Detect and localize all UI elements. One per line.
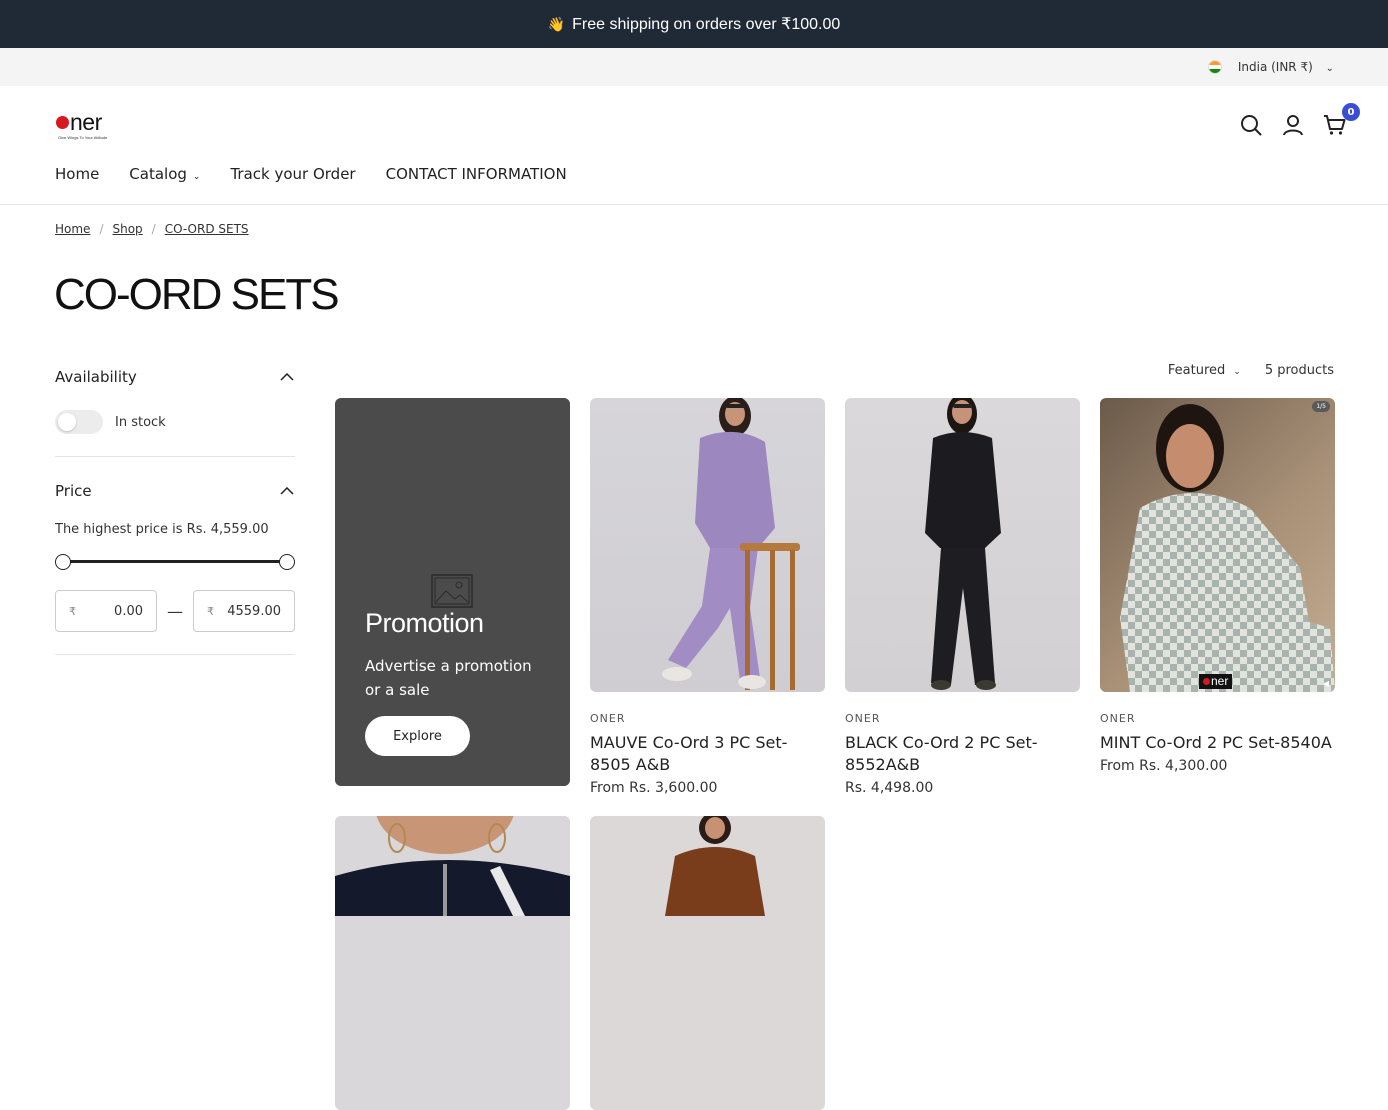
price-range-slider[interactable]	[55, 554, 295, 570]
nav-contact[interactable]: CONTACT INFORMATION	[386, 165, 567, 183]
product-card[interactable]: ONER BLACK Co-Ord 2 PC Set-8552A&B Rs. 4…	[845, 398, 1080, 796]
product-count: 5 products	[1264, 363, 1334, 378]
price-min-value: 0.00	[114, 603, 143, 619]
chevron-down-icon: ⌄	[192, 172, 201, 182]
chevron-up-icon	[280, 487, 294, 495]
filter-sidebar: Availability In stock Price The highest …	[55, 360, 295, 672]
product-image[interactable]	[590, 816, 825, 1110]
explore-button[interactable]: Explore	[365, 716, 470, 756]
in-stock-label: In stock	[115, 414, 166, 430]
india-flag-icon	[1207, 60, 1222, 74]
availability-label: Availability	[55, 368, 137, 386]
toggle-knob	[58, 413, 76, 431]
nav-track-order[interactable]: Track your Order	[230, 165, 355, 183]
product-image[interactable]	[590, 398, 825, 692]
breadcrumb-separator: /	[151, 222, 156, 236]
main-nav: Home Catalog ⌄ Track your Order CONTACT I…	[55, 165, 567, 183]
product-vendor: ONER	[590, 712, 626, 725]
cart-icon[interactable]: 0	[1322, 103, 1360, 138]
price-filter-header[interactable]: Price	[55, 474, 295, 508]
breadcrumb-separator: /	[99, 222, 104, 236]
nav-catalog[interactable]: Catalog ⌄	[129, 165, 200, 183]
country-selector[interactable]: India (INR ₹) ⌄	[1238, 60, 1334, 74]
slider-min-handle[interactable]	[55, 554, 71, 570]
site-header: ner Give Wings To Your Attitude 0 Home C…	[0, 86, 1388, 205]
price-max-value: 4559.00	[227, 603, 281, 619]
product-card[interactable]	[335, 816, 570, 1110]
availability-filter-header[interactable]: Availability	[55, 360, 295, 394]
cart-count-badge: 0	[1342, 103, 1360, 121]
chevron-down-icon: ⌄	[1325, 63, 1334, 74]
waving-hand-icon: 👋	[547, 15, 566, 32]
product-price: From Rs. 3,600.00	[590, 780, 718, 796]
sort-dropdown[interactable]: Featured ⌄	[1168, 363, 1241, 378]
breadcrumb-current[interactable]: CO-ORD SETS	[165, 222, 249, 236]
product-price: Rs. 4,498.00	[845, 780, 934, 796]
speaker-icon[interactable]: ◀	[1323, 679, 1329, 688]
logo-dot	[56, 115, 69, 129]
locale-bar: India (INR ₹) ⌄	[0, 48, 1388, 86]
breadcrumb-shop[interactable]: Shop	[112, 222, 142, 236]
nav-home[interactable]: Home	[55, 165, 99, 183]
logo-tagline: Give Wings To Your Attitude	[58, 135, 108, 140]
country-label: India (INR ₹)	[1237, 60, 1313, 74]
announcement-text: Free shipping on orders over ₹100.00	[572, 16, 841, 33]
logo-text: ner	[70, 109, 102, 135]
promotion-tile: Promotion Advertise a promotion or a sal…	[335, 398, 570, 786]
nav-catalog-label: Catalog	[129, 165, 187, 183]
price-max-input[interactable]: ₹ 4559.00	[193, 590, 295, 632]
image-brand-tag: ner	[1199, 674, 1233, 689]
divider	[55, 456, 295, 457]
product-price: From Rs. 4,300.00	[1100, 758, 1228, 774]
product-vendor: ONER	[845, 712, 881, 725]
breadcrumb-home[interactable]: Home	[55, 222, 90, 236]
account-icon[interactable]	[1280, 112, 1306, 138]
slider-max-handle[interactable]	[279, 554, 295, 570]
price-label: Price	[55, 482, 92, 500]
promotion-text: Advertise a promotion or a sale	[365, 657, 532, 699]
promotion-title: Promotion	[365, 608, 484, 638]
currency-symbol: ₹	[69, 604, 76, 618]
page-title: CO-ORD SETS	[54, 270, 340, 319]
product-title[interactable]: MINT Co-Ord 2 PC Set-8540A	[1100, 732, 1335, 754]
product-card[interactable]: ONER MAUVE Co-Ord 3 PC Set-8505 A&B From…	[590, 398, 825, 796]
logo[interactable]: ner Give Wings To Your Attitude	[56, 109, 124, 140]
slider-track	[64, 560, 286, 563]
product-card[interactable]	[590, 816, 825, 1110]
chevron-up-icon	[280, 373, 294, 381]
divider	[55, 654, 295, 655]
breadcrumb: Home / Shop / CO-ORD SETS	[55, 222, 249, 236]
product-image[interactable]	[845, 398, 1080, 692]
image-brand-text: ner	[1211, 674, 1229, 688]
chevron-down-icon: ⌄	[1233, 367, 1241, 377]
announcement-bar: 👋 Free shipping on orders over ₹100.00	[0, 0, 1388, 48]
search-icon[interactable]	[1238, 112, 1264, 138]
product-vendor: ONER	[1100, 712, 1136, 725]
collection-toolbar: Featured ⌄ 5 products	[1168, 363, 1334, 378]
highest-price-note: The highest price is Rs. 4,559.00	[55, 522, 269, 537]
image-count-badge: 1/5	[1312, 401, 1330, 412]
range-dash: —	[167, 601, 183, 621]
in-stock-toggle[interactable]	[55, 410, 103, 434]
product-card[interactable]: 1/5 ner ◀ ONER MINT Co-Ord 2 PC Set-8540…	[1100, 398, 1335, 774]
sort-label: Featured	[1167, 363, 1226, 378]
image-placeholder-icon	[431, 574, 473, 608]
product-title[interactable]: MAUVE Co-Ord 3 PC Set-8505 A&B	[590, 732, 825, 776]
product-title[interactable]: BLACK Co-Ord 2 PC Set-8552A&B	[845, 732, 1080, 776]
currency-symbol: ₹	[207, 604, 214, 618]
product-image[interactable]	[335, 816, 570, 1110]
product-image[interactable]: 1/5 ner ◀	[1100, 398, 1335, 692]
price-min-input[interactable]: ₹ 0.00	[55, 590, 157, 632]
